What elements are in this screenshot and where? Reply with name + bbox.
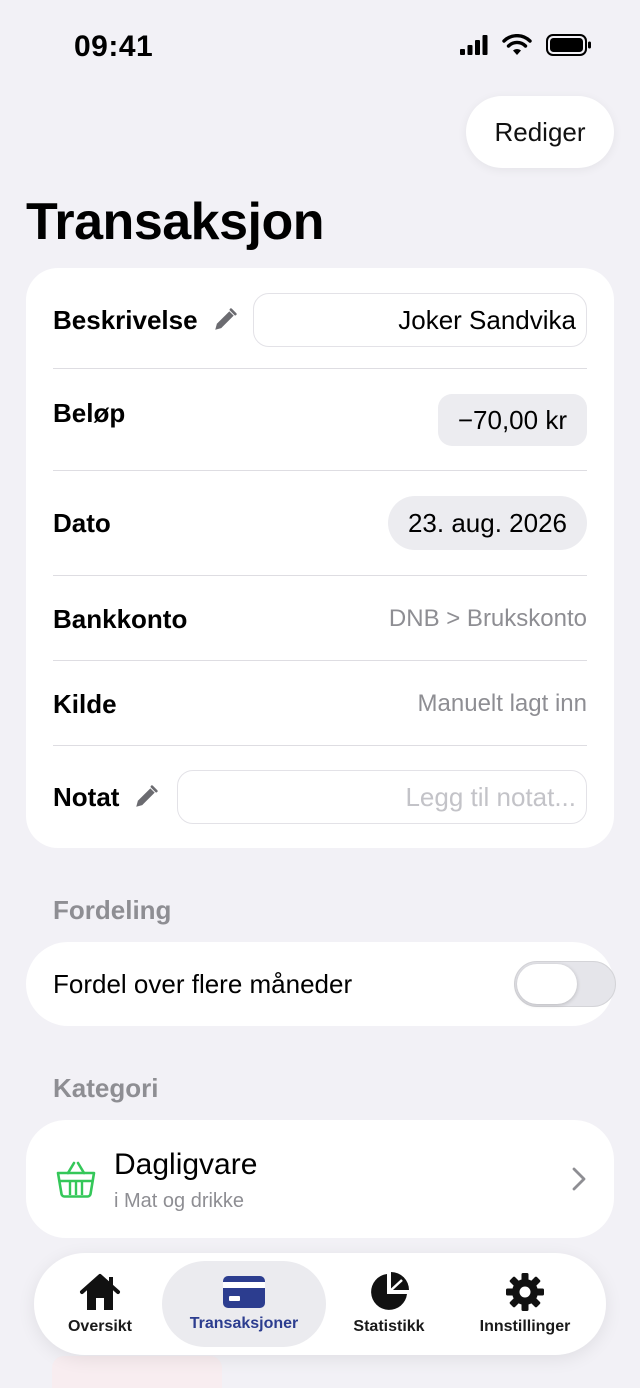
toggle-knob (517, 964, 577, 1004)
chevron-right-icon (572, 1167, 586, 1191)
tab-label: Oversikt (67, 1318, 133, 1335)
bank-account-value: DNB > Brukskonto (388, 605, 587, 632)
signal-icon (460, 35, 488, 55)
note-row: Notat Legg til notat... (53, 770, 587, 824)
pie-chart-icon (371, 1272, 409, 1310)
status-bar: 09:41 (0, 0, 640, 96)
amount-field[interactable]: −70,00 kr (437, 394, 587, 446)
date-picker[interactable]: 23. aug. 2026 (387, 496, 587, 550)
distribute-label: Fordel over flere måneder (53, 969, 353, 999)
basket-icon (56, 1161, 96, 1198)
source-label: Kilde (53, 688, 117, 719)
gear-icon (506, 1273, 544, 1311)
pencil-icon[interactable] (212, 307, 238, 333)
edit-button[interactable]: Rediger (466, 96, 614, 168)
description-field[interactable]: Joker Sandvika (253, 293, 587, 347)
pencil-icon[interactable] (133, 784, 159, 810)
divider (53, 745, 587, 746)
wifi-icon (502, 34, 532, 55)
amount-row: Beløp −70,00 kr (53, 394, 587, 448)
tag-chip-ghost (52, 1356, 222, 1388)
category-section-title: Kategori (53, 1073, 159, 1103)
source-row: Kilde Manuelt lagt inn (53, 684, 587, 724)
tab-overview[interactable]: Oversikt (46, 1261, 154, 1347)
tab-label: Statistikk (353, 1318, 425, 1335)
distribution-card: Fordel over flere måneder (26, 942, 616, 1026)
card-icon (223, 1276, 265, 1308)
divider (53, 660, 587, 661)
note-label: Notat (53, 781, 120, 812)
note-field[interactable]: Legg til notat... (177, 770, 587, 824)
page-title: Transaksjon (26, 193, 324, 251)
tab-label: Innstillinger (479, 1318, 571, 1335)
bank-account-label: Bankkonto (53, 603, 188, 634)
date-label: Dato (53, 507, 111, 538)
tab-transactions[interactable]: Transaksjoner (162, 1261, 326, 1347)
source-value: Manuelt lagt inn (417, 690, 587, 717)
tab-settings[interactable]: Innstillinger (460, 1261, 590, 1347)
distribution-section-title: Fordeling (53, 895, 172, 925)
category-parent: i Mat og drikke (114, 1190, 245, 1212)
bank-account-row: Bankkonto DNB > Brukskonto (53, 599, 587, 639)
divider (53, 575, 587, 576)
date-row: Dato 23. aug. 2026 (53, 496, 587, 550)
battery-icon (546, 34, 591, 56)
tab-bar: Oversikt Transaksjoner Statistikk Innsti… (34, 1253, 606, 1355)
description-label: Beskrivelse (53, 304, 198, 335)
tab-statistics[interactable]: Statistikk (334, 1261, 444, 1347)
divider (53, 470, 587, 471)
divider (53, 368, 587, 369)
status-time: 09:41 (74, 30, 154, 63)
transaction-details-card: Beskrivelse Joker Sandvika Beløp −70,00 … (26, 268, 614, 848)
house-icon (80, 1274, 120, 1310)
category-row[interactable]: Dagligvare i Mat og drikke (26, 1120, 614, 1238)
distribute-toggle[interactable] (514, 961, 616, 1007)
description-row: Beskrivelse Joker Sandvika (53, 293, 587, 347)
tab-label: Transaksjoner (189, 1315, 299, 1332)
amount-label: Beløp (53, 398, 126, 428)
category-name: Dagligvare (114, 1148, 258, 1181)
status-icons (460, 34, 592, 56)
